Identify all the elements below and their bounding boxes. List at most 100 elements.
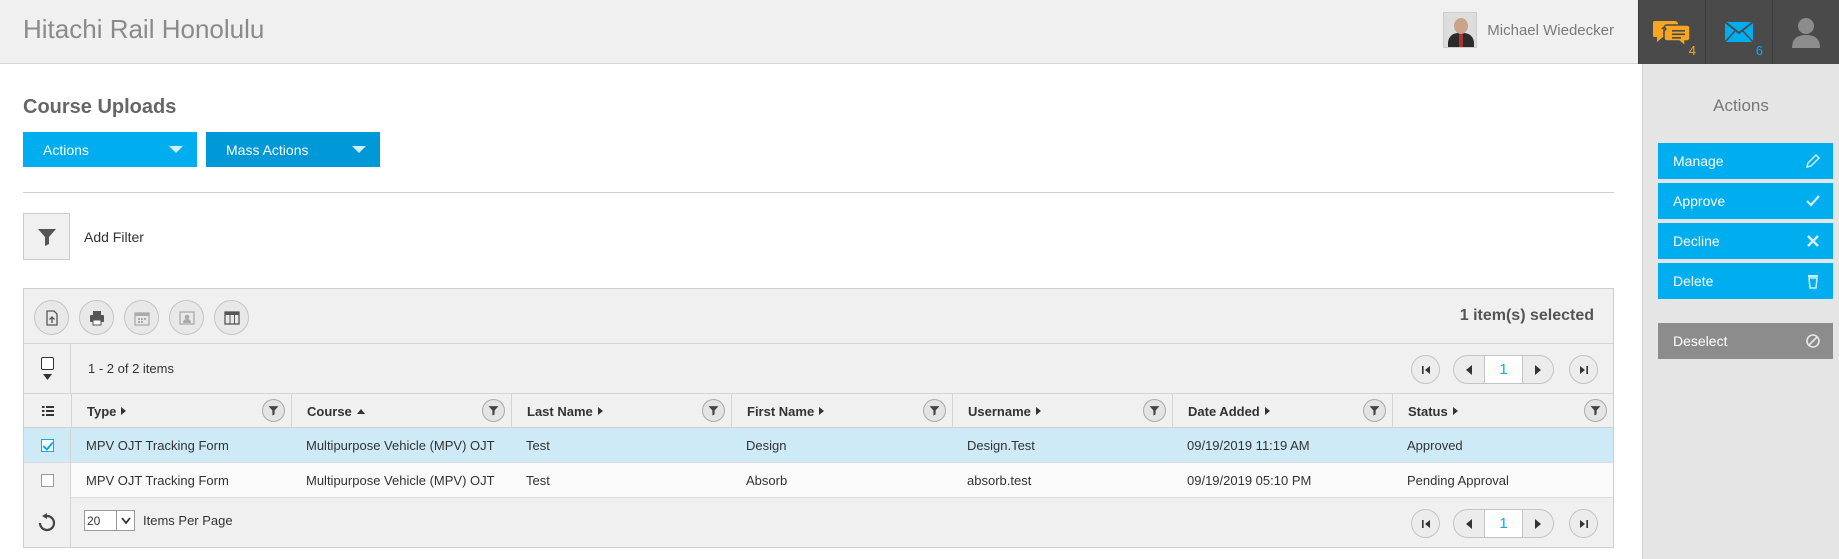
select-all-checkbox[interactable] <box>40 357 54 370</box>
column-header-type[interactable]: Type <box>71 394 291 428</box>
sort-arrow-icon <box>1035 407 1041 415</box>
user-name[interactable]: Michael Wiedecker <box>1487 22 1614 39</box>
help-button[interactable]: ? 4 <box>1638 0 1705 64</box>
chevron-down-icon <box>352 146 366 153</box>
calendar-icon <box>133 311 150 326</box>
table-row[interactable]: MPV OJT Tracking Form Multipurpose Vehic… <box>24 428 1613 463</box>
funnel-icon <box>488 406 499 416</box>
column-filter-button[interactable] <box>1584 399 1607 422</box>
selected-count: 1 item(s) selected <box>1459 307 1594 324</box>
decline-button[interactable]: Decline <box>1658 223 1833 259</box>
x-icon <box>1807 235 1819 247</box>
column-header-label: Type <box>87 403 117 419</box>
ban-icon <box>1806 334 1820 348</box>
schedule-button[interactable] <box>124 300 159 335</box>
cell-username: Design.Test <box>967 438 1035 453</box>
page-title: Course Uploads <box>23 96 177 118</box>
column-header-label: Date Added <box>1188 403 1260 419</box>
approve-button[interactable]: Approve <box>1658 183 1833 219</box>
actions-dropdown[interactable]: Actions <box>23 132 197 167</box>
prev-page-icon <box>1466 518 1472 529</box>
items-per-page-select[interactable]: 20 <box>84 510 135 531</box>
row-selector-header[interactable] <box>24 394 71 428</box>
refresh-icon <box>38 513 56 532</box>
prev-page-button[interactable] <box>1454 356 1484 383</box>
last-page-icon <box>1579 519 1588 528</box>
column-header-first-name[interactable]: First Name <box>731 394 952 428</box>
table-row[interactable]: MPV OJT Tracking Form Multipurpose Vehic… <box>24 463 1613 498</box>
cell-date-added: 09/19/2019 05:10 PM <box>1187 473 1312 488</box>
printer-icon <box>89 310 104 325</box>
prev-page-icon <box>1466 364 1472 375</box>
column-header-date-added[interactable]: Date Added <box>1172 394 1392 428</box>
manage-button-label: Manage <box>1673 153 1724 169</box>
current-page[interactable]: 1 <box>1484 356 1523 383</box>
help-chat-icon: ? <box>1653 21 1691 46</box>
funnel-icon <box>37 228 56 246</box>
export-button[interactable] <box>34 300 69 335</box>
select-all-toggle[interactable] <box>24 344 71 393</box>
columns-button[interactable] <box>214 300 249 335</box>
row-checkbox-cell[interactable] <box>24 428 71 463</box>
messages-button[interactable]: 6 <box>1705 0 1772 64</box>
sort-arrow-icon <box>1452 407 1458 415</box>
print-button[interactable] <box>79 300 114 335</box>
last-page-button[interactable] <box>1569 355 1598 384</box>
column-header-label: Username <box>968 403 1031 419</box>
export-file-icon <box>45 309 58 326</box>
cell-status: Pending Approval <box>1407 473 1509 488</box>
cell-course: Multipurpose Vehicle (MPV) OJT <box>306 438 495 453</box>
profile-button[interactable] <box>1772 0 1839 64</box>
manage-button[interactable]: Manage <box>1658 143 1833 179</box>
next-page-button[interactable] <box>1523 510 1553 537</box>
chevron-down-icon[interactable] <box>116 511 134 530</box>
id-card-icon <box>178 310 195 325</box>
last-page-button[interactable] <box>1569 509 1598 538</box>
next-page-button[interactable] <box>1523 356 1553 383</box>
cell-course: Multipurpose Vehicle (MPV) OJT <box>306 473 495 488</box>
prev-page-button[interactable] <box>1454 510 1484 537</box>
sidebar-title: Actions <box>1713 96 1769 115</box>
funnel-icon <box>708 406 719 416</box>
first-page-button[interactable] <box>1411 509 1440 538</box>
items-per-page: 20 Items Per Page <box>84 510 233 531</box>
mass-actions-dropdown[interactable]: Mass Actions <box>206 132 380 167</box>
column-header-username[interactable]: Username <box>952 394 1172 428</box>
cell-first-name: Absorb <box>746 473 788 488</box>
user-card-button[interactable] <box>169 300 204 335</box>
messages-count: 6 <box>1755 43 1763 58</box>
column-filter-button[interactable] <box>1363 399 1386 422</box>
add-filter-button[interactable] <box>23 213 70 260</box>
column-filter-button[interactable] <box>1143 399 1166 422</box>
refresh-button[interactable] <box>24 498 71 548</box>
divider <box>23 192 1614 193</box>
current-page[interactable]: 1 <box>1484 510 1523 537</box>
column-filter-button[interactable] <box>702 399 725 422</box>
column-filter-button[interactable] <box>262 399 285 422</box>
column-header-course[interactable]: Course <box>291 394 511 428</box>
chevron-down-icon <box>42 374 52 380</box>
last-page-icon <box>1579 365 1588 374</box>
approve-button-label: Approve <box>1673 193 1726 209</box>
user-menu[interactable]: Michael Wiedecker <box>1443 12 1614 48</box>
add-filter-label[interactable]: Add Filter <box>84 229 144 245</box>
column-header-status[interactable]: Status <box>1392 394 1613 428</box>
column-header-last-name[interactable]: Last Name <box>511 394 731 428</box>
deselect-button[interactable]: Deselect <box>1658 323 1833 359</box>
row-checkbox-cell[interactable] <box>24 463 71 498</box>
cell-type: MPV OJT Tracking Form <box>86 438 229 453</box>
first-page-button[interactable] <box>1411 355 1440 384</box>
check-icon <box>1806 195 1820 207</box>
column-filter-button[interactable] <box>482 399 505 422</box>
row-checkbox[interactable] <box>40 439 54 452</box>
range-text: 1 - 2 of 2 items <box>88 361 174 376</box>
decline-button-label: Decline <box>1673 233 1720 249</box>
delete-button[interactable]: Delete <box>1658 263 1833 299</box>
funnel-icon <box>268 406 279 416</box>
column-filter-button[interactable] <box>923 399 946 422</box>
row-checkbox[interactable] <box>40 474 54 487</box>
avatar[interactable] <box>1443 12 1478 48</box>
items-per-page-label: Items Per Page <box>143 513 233 528</box>
sort-arrow-icon <box>1264 407 1270 415</box>
cell-last-name: Test <box>526 438 550 453</box>
